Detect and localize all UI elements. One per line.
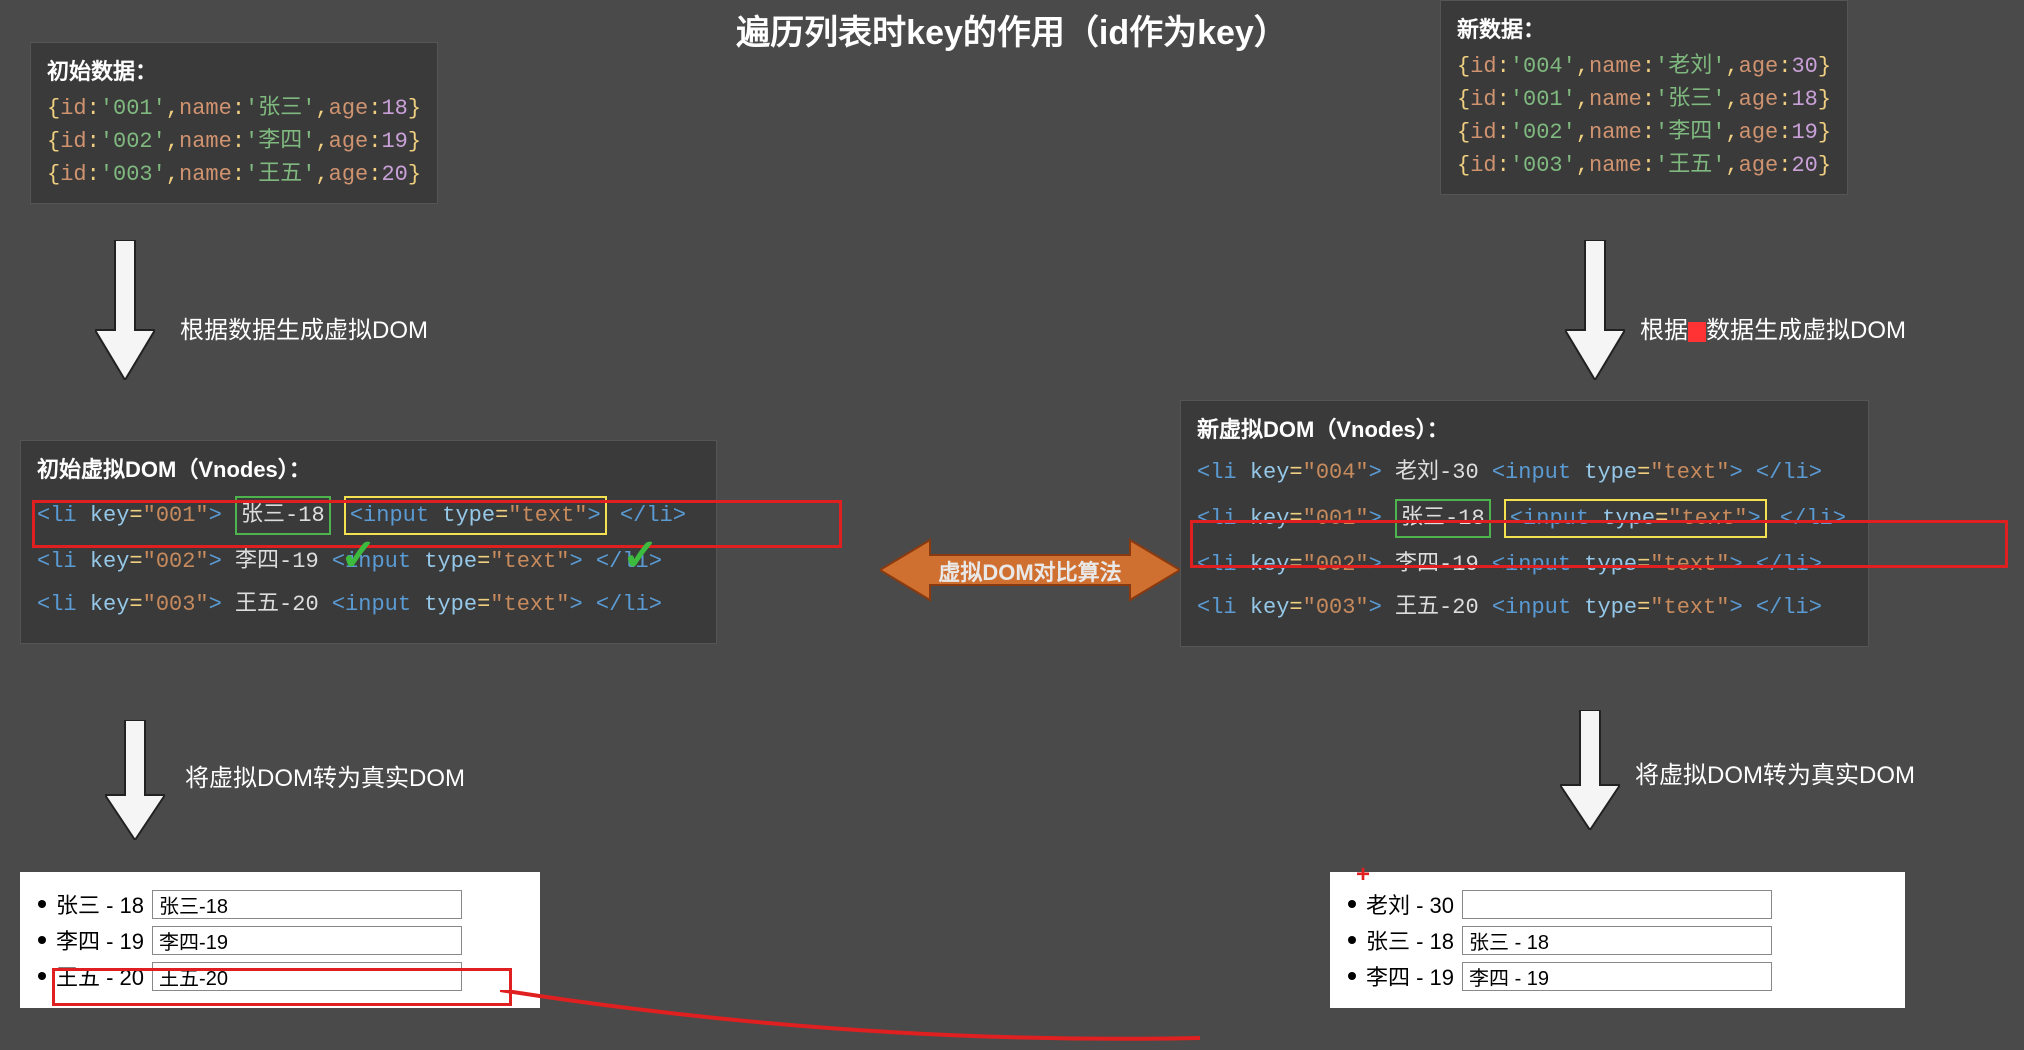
red-highlight-box — [32, 500, 842, 548]
list-item: 老刘 - 30 — [1348, 888, 1887, 920]
new-vdom-label: 新虚拟DOM（Vnodes）： — [1197, 413, 1846, 446]
new-data-panel: 新数据： {id:'004',name:'老刘',age:30}{id:'001… — [1440, 0, 1848, 195]
generate-initial-vdom-label: 根据数据生成虚拟DOM — [180, 310, 428, 345]
red-highlight-box — [52, 968, 512, 1006]
list-item-input[interactable] — [152, 890, 462, 919]
to-real-dom-left-label: 将虚拟DOM转为真实DOM — [185, 758, 465, 793]
bullet-icon — [1348, 936, 1356, 944]
vdom-row: <li key="003"> 王五-20 <input type="text">… — [37, 588, 686, 621]
new-data-label: 新数据： — [1457, 13, 1831, 46]
data-row: {id:'003',name:'王五',age:20} — [1457, 149, 1831, 182]
data-row: {id:'001',name:'张三',age:18} — [47, 92, 421, 125]
list-item-input[interactable] — [1462, 926, 1772, 955]
diagram-title: 遍历列表时key的作用（id作为key） — [736, 5, 1288, 54]
initial-data-panel: 初始数据： {id:'001',name:'张三',age:18}{id:'00… — [30, 42, 438, 204]
to-real-dom-right-label: 将虚拟DOM转为真实DOM — [1635, 755, 1915, 790]
list-item-input[interactable] — [1462, 890, 1772, 919]
red-highlight-box — [1190, 520, 2008, 568]
new-data-rows: {id:'004',name:'老刘',age:30}{id:'001',nam… — [1457, 50, 1831, 182]
list-item: 李四 - 19 — [38, 924, 522, 956]
compare-algorithm-label: 虚拟DOM对比算法 — [898, 555, 1162, 587]
list-item-label: 张三 - 18 — [1366, 924, 1454, 956]
bullet-icon — [1348, 972, 1356, 980]
vdom-row: <li key="003"> 王五-20 <input type="text">… — [1197, 591, 1846, 624]
list-item-input[interactable] — [1462, 962, 1772, 991]
gen-new-prefix: 根据 — [1640, 317, 1688, 344]
arrow-down-icon — [1560, 710, 1620, 830]
list-item-label: 老刘 - 30 — [1366, 888, 1454, 920]
vdom-row: <li key="004"> 老刘-30 <input type="text">… — [1197, 456, 1846, 489]
gen-new-suffix: 数据生成虚拟DOM — [1706, 317, 1906, 344]
arrow-down-icon — [105, 720, 165, 840]
bullet-icon — [38, 900, 46, 908]
data-row: {id:'003',name:'王五',age:20} — [47, 158, 421, 191]
list-item-label: 李四 - 19 — [56, 924, 144, 956]
list-item: 张三 - 18 — [1348, 924, 1887, 956]
bullet-icon — [1348, 900, 1356, 908]
list-item: 张三 - 18 — [38, 888, 522, 920]
list-item-label: 张三 - 18 — [56, 888, 144, 920]
red-curve-line — [500, 990, 1200, 1050]
plus-marker: + — [1356, 861, 1370, 889]
arrow-down-icon — [1565, 240, 1625, 380]
list-item-input[interactable] — [152, 926, 462, 955]
list-item-label: 李四 - 19 — [1366, 960, 1454, 992]
initial-data-label: 初始数据： — [47, 55, 421, 88]
bullet-icon — [38, 936, 46, 944]
list-item: 李四 - 19 — [1348, 960, 1887, 992]
arrow-down-icon — [95, 240, 155, 380]
real-dom-right-panel: 老刘 - 30 张三 - 18 李四 - 19 — [1330, 872, 1905, 1008]
initial-data-rows: {id:'001',name:'张三',age:18}{id:'002',nam… — [47, 92, 421, 191]
checkmark-icon: ✓ — [622, 530, 659, 581]
bullet-icon — [38, 972, 46, 980]
red-highlight-icon — [1688, 322, 1706, 342]
generate-new-vdom-label: 根据数据生成虚拟DOM — [1640, 310, 1906, 345]
initial-vdom-label: 初始虚拟DOM（Vnodes）： — [37, 453, 686, 486]
checkmark-icon: ✓ — [340, 530, 377, 581]
data-row: {id:'004',name:'老刘',age:30} — [1457, 50, 1831, 83]
data-row: {id:'002',name:'李四',age:19} — [1457, 116, 1831, 149]
data-row: {id:'001',name:'张三',age:18} — [1457, 83, 1831, 116]
data-row: {id:'002',name:'李四',age:19} — [47, 125, 421, 158]
